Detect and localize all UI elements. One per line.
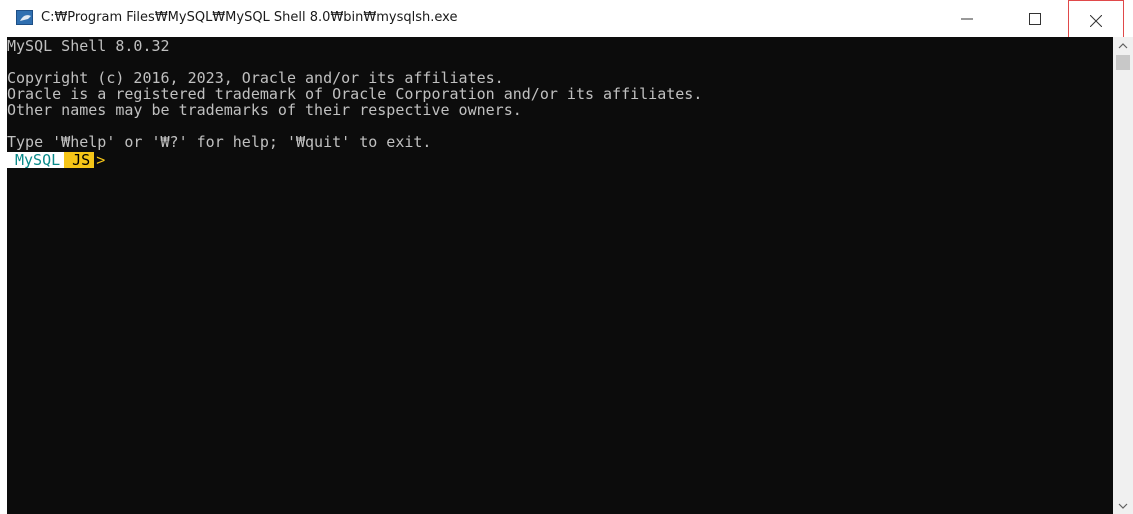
- close-icon: [1090, 14, 1102, 27]
- console-line-trademark: Oracle is a registered trademark of Orac…: [7, 85, 703, 103]
- scroll-down-button[interactable]: [1113, 497, 1133, 514]
- chevron-up-icon: [1118, 42, 1128, 48]
- chevron-down-icon: [1118, 503, 1128, 509]
- window-title: C:₩Program Files₩MySQL₩MySQL Shell 8.0₩b…: [41, 10, 458, 25]
- vertical-scrollbar[interactable]: [1113, 37, 1133, 514]
- console-line-version: MySQL Shell 8.0.32: [7, 37, 170, 55]
- prompt-js-mode-segment: JS: [64, 152, 95, 168]
- minimize-button[interactable]: [944, 0, 990, 37]
- console-line-copyright: Copyright (c) 2016, 2023, Oracle and/or …: [7, 69, 504, 87]
- title-bar[interactable]: C:₩Program Files₩MySQL₩MySQL Shell 8.0₩b…: [0, 0, 1133, 41]
- mysql-shell-app-icon: [16, 10, 33, 25]
- shell-prompt[interactable]: MySQL JS >: [7, 152, 105, 168]
- minimize-icon: [961, 18, 973, 19]
- console-line-other-names: Other names may be trademarks of their r…: [7, 101, 522, 119]
- maximize-button[interactable]: [1012, 0, 1058, 37]
- console-line-help: Type '₩help' or '₩?' for help; '₩quit' t…: [7, 133, 432, 151]
- close-button[interactable]: [1068, 0, 1124, 41]
- console-output[interactable]: MySQL Shell 8.0.32 Copyright (c) 2016, 2…: [7, 37, 1113, 514]
- scroll-thumb[interactable]: [1116, 55, 1130, 70]
- prompt-mysql-segment: MySQL: [7, 152, 65, 168]
- prompt-arrow: >: [96, 151, 106, 169]
- maximize-icon: [1029, 12, 1041, 25]
- scroll-up-button[interactable]: [1113, 37, 1133, 54]
